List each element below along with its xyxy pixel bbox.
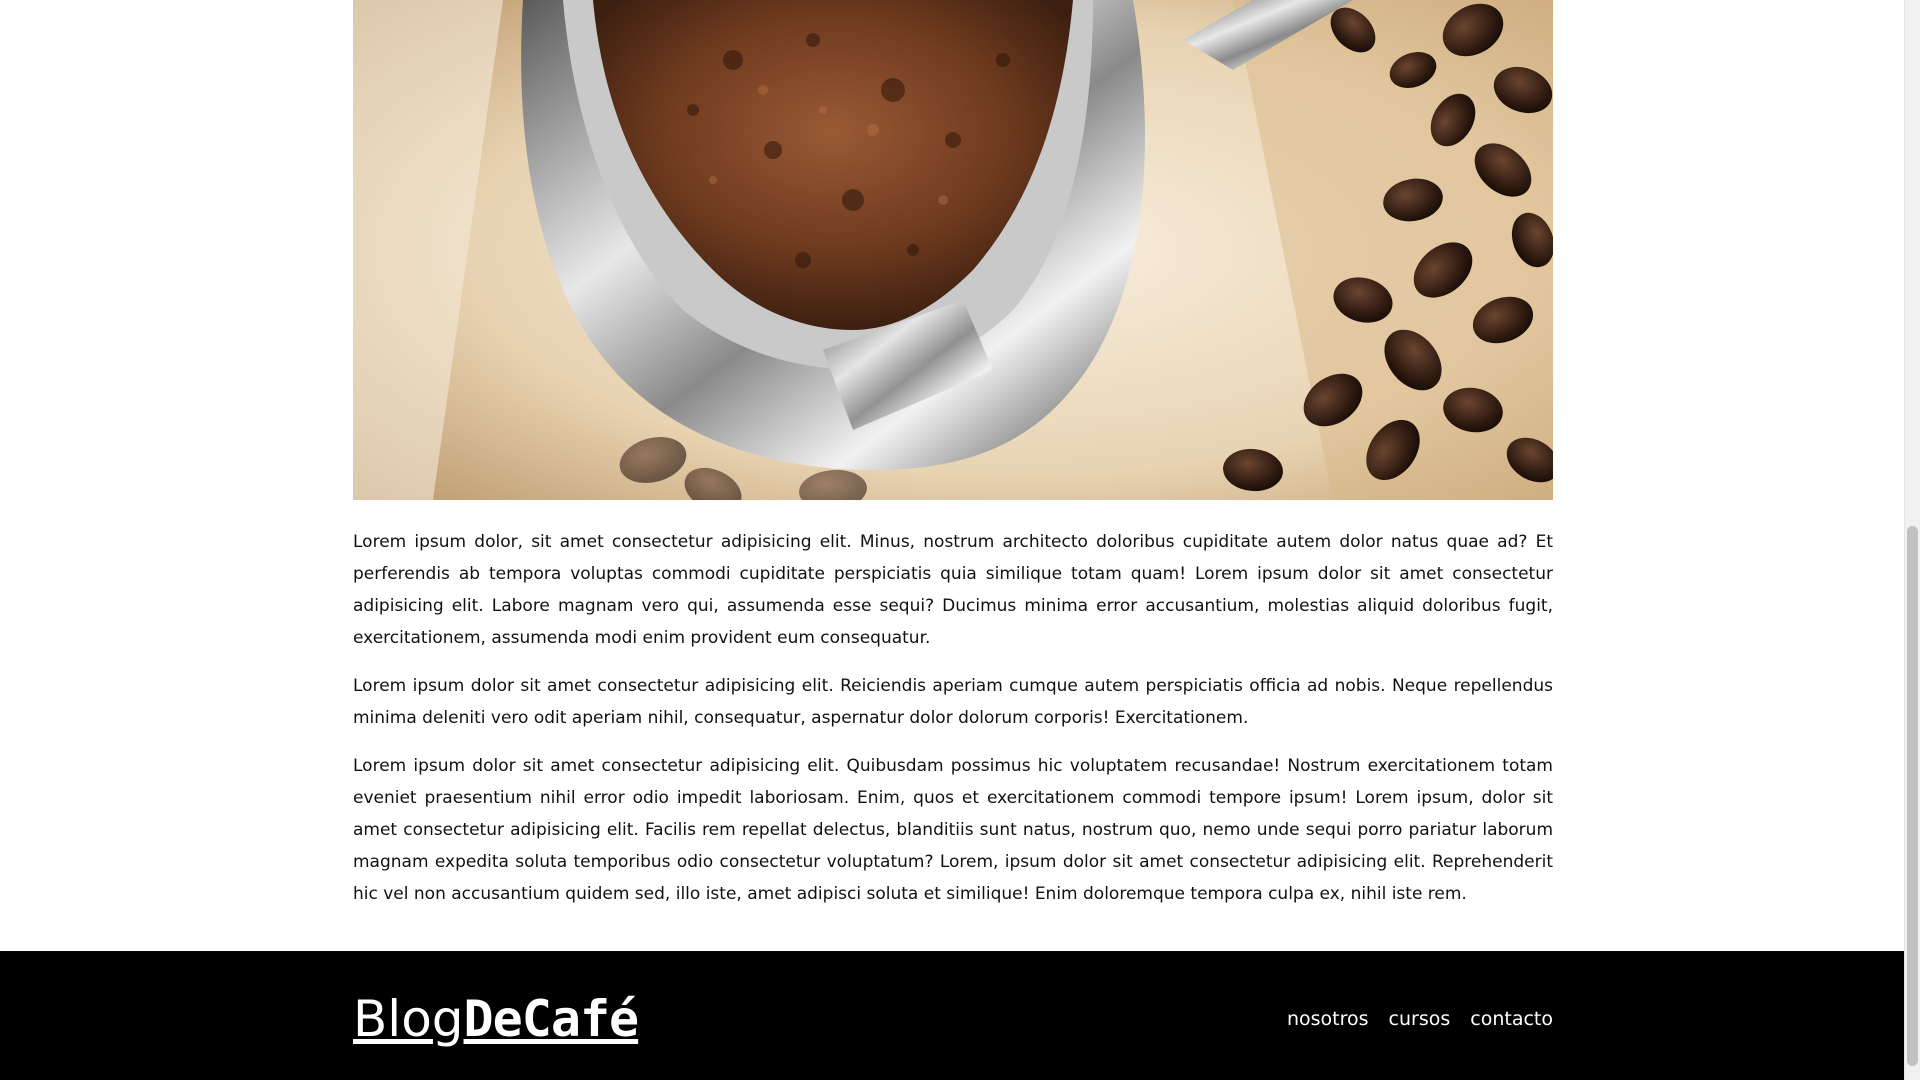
site-footer: BlogDeCafé nosotros cursos contacto: [0, 951, 1904, 1080]
article-paragraph: Lorem ipsum dolor, sit amet consectetur …: [353, 532, 1553, 648]
scrollbar-thumb[interactable]: [1907, 526, 1918, 1066]
article-paragraph: Lorem ipsum dolor sit amet consectetur a…: [353, 676, 1553, 728]
article-paragraph: Lorem ipsum dolor sit amet consectetur a…: [353, 756, 1553, 904]
vertical-scrollbar[interactable]: [1904, 0, 1920, 1080]
footer-nav-cursos[interactable]: cursos: [1389, 1008, 1451, 1030]
footer-nav-contacto[interactable]: contacto: [1470, 1008, 1553, 1030]
hero-image: [353, 0, 1553, 500]
article-body: Lorem ipsum dolor, sit amet consectetur …: [353, 500, 1553, 910]
logo-light-text: Blog: [353, 989, 464, 1048]
footer-nav: nosotros cursos contacto: [1287, 1002, 1553, 1030]
page: Lorem ipsum dolor, sit amet consectetur …: [0, 0, 1904, 1080]
footer-inner: BlogDeCafé nosotros cursos contacto: [353, 951, 1553, 1080]
footer-nav-nosotros[interactable]: nosotros: [1287, 1008, 1369, 1030]
main-content: Lorem ipsum dolor, sit amet consectetur …: [353, 0, 1553, 926]
footer-logo[interactable]: BlogDeCafé: [353, 984, 640, 1048]
coffee-portafilter-image: [353, 0, 1553, 500]
logo-bold-text: DeCafé: [463, 989, 640, 1048]
